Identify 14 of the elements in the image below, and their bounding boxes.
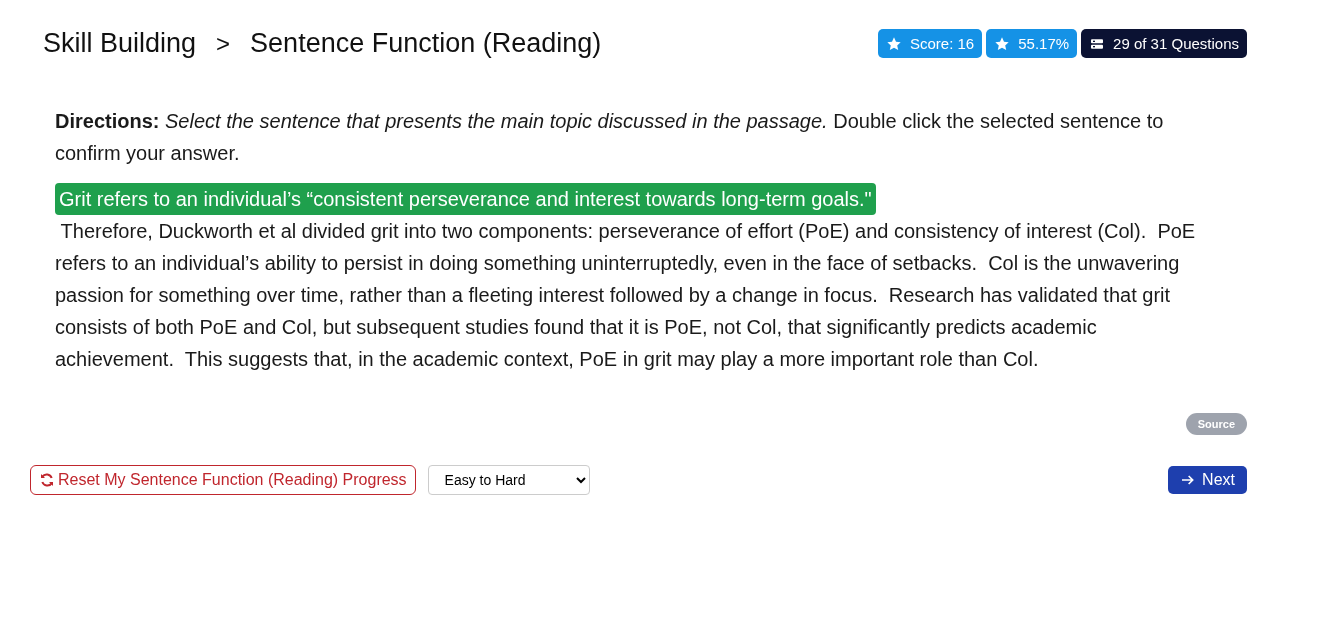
passage-text[interactable]: Therefore, Duckworth et al divided grit into two components: perseverance of effort (PoE) and consistency of interest (Col). PoE refers to an individual’s ability to persist in doing something uninterruptedly, even in the face of setbacks. Col is the unwavering passion for something over time, rather than a fleeting interest followed by a change in focus. Research has validated that grit consists of both PoE and Col, but subsequent studies found that it is PoE, not Col, that significantly predicts academic achievement. This suggests that, in the academic context, PoE in grit may play a more important role than Col.	[55, 215, 1205, 375]
stat-badge: Score: 16	[878, 29, 983, 58]
star-icon	[994, 35, 1011, 52]
star-icon	[886, 35, 902, 52]
stat-badge: 29 of 31 Questions	[1081, 29, 1247, 58]
breadcrumb-separator: >	[216, 29, 231, 58]
stat-badge: 55.17%	[986, 29, 1078, 58]
directions-text: Directions: Select the sentence that presents the main topic discussed in the passage. Double click the selected sentence to confirm your answer.	[55, 109, 1165, 166]
page-title: Sentence Function (Reading)	[250, 28, 602, 59]
refresh-icon	[39, 472, 55, 488]
next-button[interactable]: Next	[1168, 466, 1247, 494]
order-dropdown[interactable]: Easy to Hard	[427, 465, 590, 495]
breadcrumb-link[interactable]: Skill Building	[43, 28, 197, 59]
reset-progress-button[interactable]: Reset My Sentence Function (Reading) Progress	[30, 465, 416, 495]
